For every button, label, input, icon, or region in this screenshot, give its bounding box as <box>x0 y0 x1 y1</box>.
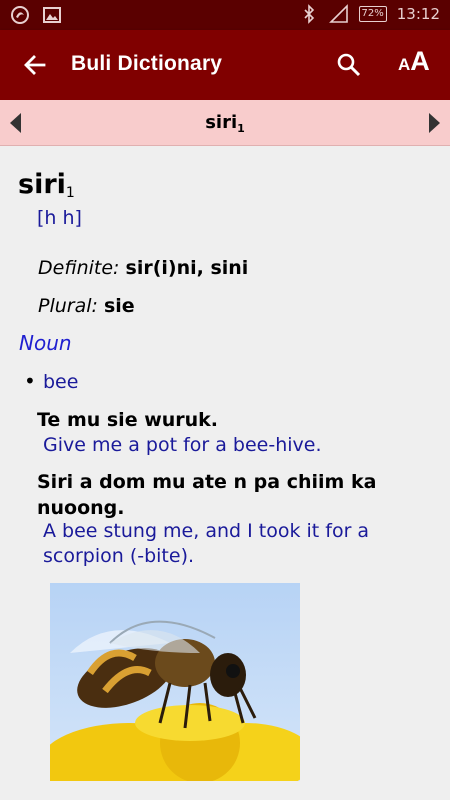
current-entry-label: siri1 <box>0 112 450 135</box>
page-title: Buli Dictionary <box>71 52 223 75</box>
signal-icon <box>328 4 349 24</box>
headword-text: siri <box>18 169 66 200</box>
example-translation: A bee stung me, and I took it for a scor… <box>43 520 370 567</box>
triangle-right-icon[interactable] <box>427 111 443 135</box>
example-buli: Te mu sie wuruk. <box>37 409 219 431</box>
plural-value: sie <box>103 295 135 317</box>
battery-level: 72% <box>358 6 387 22</box>
plural-form-row: Plural: sie <box>38 295 135 317</box>
current-entry-word: siri <box>205 112 238 133</box>
arrow-left-icon[interactable] <box>20 50 50 80</box>
font-size-small-glyph: A <box>398 55 411 74</box>
current-entry-homonym: 1 <box>237 122 245 135</box>
entry-navigation-bar: siri1 <box>0 100 450 146</box>
image-notification-icon <box>42 5 62 25</box>
definite-form-row: Definite: sir(i)ni, sini <box>38 257 248 279</box>
example-buli: Siri a dom mu ate n pa chiim ka nuoong. <box>37 471 377 519</box>
example-translation: Give me a pot for a bee-hive. <box>43 434 322 456</box>
entry-content[interactable]: siri1 [h h] Definite: sir(i)ni, sini Plu… <box>0 147 450 800</box>
entry-headword: siri1 <box>18 169 75 201</box>
part-of-speech: Noun <box>19 331 72 355</box>
font-size-big-glyph: A <box>410 46 430 76</box>
sense-bullet: • <box>24 369 36 393</box>
bee-illustration <box>50 583 300 781</box>
status-bar: 72% 13:12 <box>0 0 450 30</box>
definite-value: sir(i)ni, sini <box>125 257 249 279</box>
plural-label: Plural: <box>38 295 98 317</box>
clock: 13:12 <box>396 5 440 23</box>
definite-label: Definite: <box>38 257 120 279</box>
pronunciation: [h h] <box>37 207 82 229</box>
app-notification-icon <box>10 5 30 25</box>
headword-homonym: 1 <box>65 185 75 201</box>
bluetooth-icon <box>299 4 319 24</box>
search-icon[interactable] <box>336 52 362 78</box>
app-bar: Buli Dictionary AA <box>0 30 450 100</box>
sense-gloss: bee <box>43 371 79 393</box>
font-size-button[interactable]: AA <box>398 46 430 77</box>
